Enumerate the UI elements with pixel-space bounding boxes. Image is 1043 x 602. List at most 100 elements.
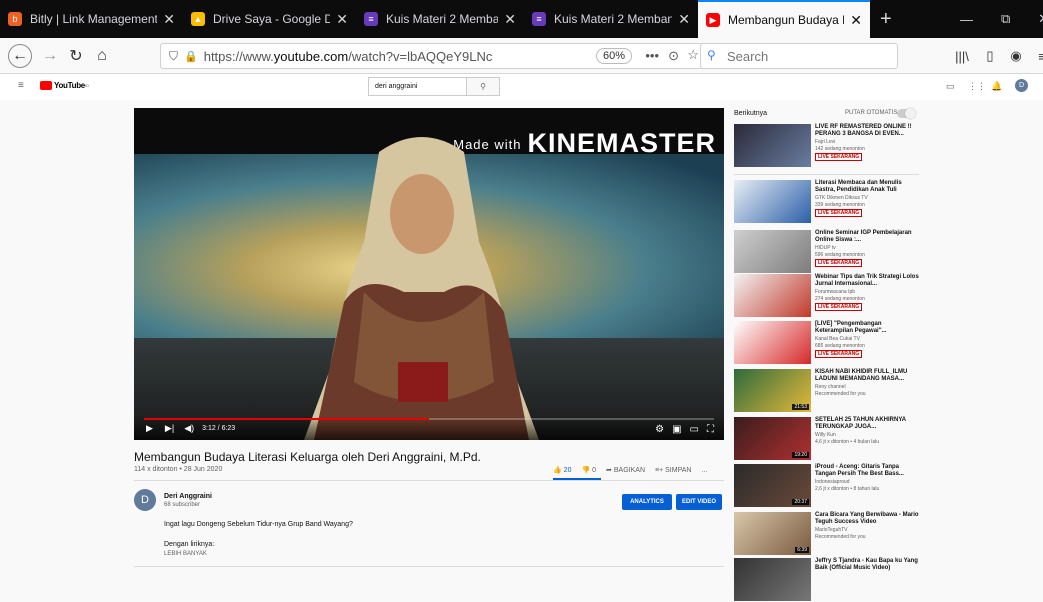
time-display: 3:12 / 6:23: [202, 424, 236, 432]
recommended-video[interactable]: 21:53 KISAH NABI KHIDIR FULL_ILMU LADUNI …: [734, 369, 919, 413]
apps-grid-icon[interactable]: ⋮⋮: [968, 81, 986, 92]
show-more-button[interactable]: LEBIH BANYAK: [164, 551, 207, 557]
presenter-figure: [304, 137, 539, 440]
channel-name[interactable]: Deri Anggraini: [164, 493, 212, 500]
restore-icon[interactable]: ⧉: [1001, 11, 1010, 27]
bookmark-star-icon[interactable]: ☆: [687, 47, 699, 63]
analytics-button[interactable]: ANALYTICS: [622, 494, 672, 510]
search-engine-icon[interactable]: ⚲: [707, 48, 716, 62]
theater-mode-icon[interactable]: ▭: [690, 424, 699, 435]
view-info: Recommended for you: [815, 391, 866, 397]
settings-gear-icon[interactable]: ⚙: [655, 424, 664, 435]
recommended-video[interactable]: 6:39 Cara Bicara Yang Berwibawa - Mario T…: [734, 512, 919, 556]
tab-kuis-1[interactable]: ≡ Kuis Materi 2 Membangun Bud ✕: [356, 0, 524, 38]
save-button[interactable]: ≡+ SIMPAN: [655, 467, 691, 474]
recommended-video[interactable]: LIVE RF REMASTERED ONLINE !! PERANG 3 BA…: [734, 124, 919, 168]
autoplay-toggle[interactable]: [897, 108, 916, 119]
recommended-video[interactable]: Literasi Membaca dan Menulis Sastra, Pen…: [734, 180, 919, 224]
close-tab-icon[interactable]: ✕: [336, 11, 348, 28]
view-info: 685 sedang menonton: [815, 343, 865, 349]
window-controls: — ⧉ ✕: [960, 0, 1043, 38]
description-line: Ingat lagu Dongeng Sebelum Tidur-nya Gru…: [164, 521, 353, 528]
video-thumbnail[interactable]: 19:20: [734, 417, 811, 460]
page-actions-icon[interactable]: •••: [645, 48, 659, 63]
recommended-video[interactable]: Jeffry S Tjandra - Kau Bapa ku Yang Baik…: [734, 558, 919, 602]
video-title: Literasi Membaca dan Menulis Sastra, Pen…: [815, 180, 902, 193]
video-thumbnail[interactable]: [734, 321, 811, 364]
video-thumbnail[interactable]: 6:39: [734, 512, 811, 555]
edit-video-button[interactable]: EDIT VIDEO: [676, 494, 722, 510]
youtube-search-button[interactable]: ⚲: [466, 77, 500, 96]
minimize-icon[interactable]: —: [960, 12, 973, 27]
tab-title: Bitly | Link Management: [30, 12, 158, 26]
video-player[interactable]: Made with KINEMASTER ▶ ▶| ◀) 3:12 / 6:23 …: [134, 108, 724, 440]
video-thumbnail[interactable]: [734, 180, 811, 223]
live-badge: LIVE SEKARANG: [815, 259, 863, 267]
recommended-video[interactable]: [LIVE] "Pengembangan Keterampilan Pegawa…: [734, 321, 919, 365]
video-title: Membangun Budaya Literasi Keluarga oleh …: [134, 450, 481, 464]
tab-bitly[interactable]: b Bitly | Link Management ✕: [0, 0, 183, 38]
close-tab-icon[interactable]: ✕: [850, 12, 862, 29]
url-bar[interactable]: ⛉ 🔒 https://www. youtube.com/watch?v=lbAQ…: [160, 43, 708, 69]
close-window-icon[interactable]: ✕: [1038, 11, 1043, 27]
view-info: 4,6 jt x ditonton • 4 bulan lalu: [815, 439, 880, 445]
close-tab-icon[interactable]: ✕: [678, 11, 690, 28]
library-icon[interactable]: |||\: [950, 44, 974, 68]
account-icon[interactable]: ◉: [1004, 44, 1028, 68]
search-value: deri anggraini: [375, 83, 418, 90]
recommended-video[interactable]: 19:20 SETELAH 25 TAHUN AKHIRNYA TERUNGKAP…: [734, 417, 919, 461]
sidebar-icon[interactable]: ▯: [978, 44, 1002, 68]
create-video-icon[interactable]: ▭: [946, 81, 955, 92]
notifications-bell-icon[interactable]: 🔔: [991, 81, 1002, 92]
recommended-video[interactable]: Online Seminar IGP Pembelajaran Online S…: [734, 230, 919, 274]
lock-icon[interactable]: 🔒: [184, 50, 198, 63]
reload-button[interactable]: ↻: [64, 44, 88, 68]
play-icon[interactable]: ▶: [146, 423, 153, 434]
tab-youtube-active[interactable]: ▶ Membangun Budaya Literasi K ✕: [698, 0, 870, 38]
video-thumbnail[interactable]: [734, 558, 811, 601]
recommended-video[interactable]: 20:37 iProud - Aceng: Gitaris Tanpa Tanga…: [734, 464, 919, 508]
video-title: LIVE RF REMASTERED ONLINE !! PERANG 3 BA…: [815, 124, 912, 137]
player-controls-right: ⚙ ▣ ▭ ⛶: [655, 424, 714, 435]
close-tab-icon[interactable]: ✕: [504, 11, 516, 28]
back-button[interactable]: ←: [8, 44, 32, 68]
hamburger-menu-icon[interactable]: ≡: [18, 80, 24, 91]
video-duration: 6:39: [795, 547, 809, 553]
video-thumbnail[interactable]: [734, 274, 811, 317]
zoom-level-badge[interactable]: 60%: [595, 48, 632, 64]
video-thumbnail[interactable]: 21:53: [734, 369, 811, 412]
youtube-search-input[interactable]: deri anggraini: [368, 77, 468, 96]
pocket-icon[interactable]: ⊙: [668, 48, 679, 64]
tab-google-drive[interactable]: ▲ Drive Saya - Google Drive ✕: [183, 0, 356, 38]
tracking-shield-icon[interactable]: ⛉: [169, 49, 178, 64]
channel-avatar[interactable]: D: [134, 489, 156, 511]
share-button[interactable]: ➦ BAGIKAN: [606, 466, 645, 474]
more-actions-button[interactable]: ...: [701, 467, 707, 474]
player-controls: ▶ ▶| ◀) 3:12 / 6:23: [134, 416, 724, 440]
account-avatar[interactable]: D: [1015, 79, 1028, 92]
video-thumbnail[interactable]: [734, 124, 811, 167]
home-button[interactable]: ⌂: [90, 44, 114, 68]
forward-button[interactable]: →: [38, 44, 62, 68]
close-tab-icon[interactable]: ✕: [163, 11, 175, 28]
next-icon[interactable]: ▶|: [165, 423, 174, 434]
google-drive-icon: ▲: [191, 12, 205, 26]
volume-icon[interactable]: ◀): [184, 423, 194, 434]
video-thumbnail[interactable]: 20:37: [734, 464, 811, 507]
view-info: 339 sedang menonton: [815, 202, 865, 208]
channel-name: GTK Dikmen Diksus TV: [815, 195, 868, 201]
recommended-video[interactable]: Webinar Tips dan Trik Strategi Lolos Jur…: [734, 274, 919, 318]
video-thumbnail[interactable]: [734, 230, 811, 273]
tab-kuis-2[interactable]: ≡ Kuis Materi 2 Membangun Bud ✕: [524, 0, 698, 38]
youtube-logo[interactable]: YouTube ID: [40, 81, 89, 90]
url-prefix: https://www.: [203, 48, 274, 64]
dislike-button[interactable]: 👎 0: [581, 466, 596, 474]
miniplayer-icon[interactable]: ▣: [672, 424, 681, 435]
search-bar[interactable]: ⚲ Search: [700, 43, 898, 69]
new-tab-button[interactable]: +: [870, 0, 902, 38]
menu-icon[interactable]: ≡: [1030, 44, 1043, 68]
fullscreen-icon[interactable]: ⛶: [707, 424, 714, 435]
like-button[interactable]: 👍 20: [553, 466, 571, 474]
video-title: KISAH NABI KHIDIR FULL_ILMU LADUNI MEMAN…: [815, 369, 908, 382]
watermark-brand: KINEMASTER: [527, 128, 716, 158]
